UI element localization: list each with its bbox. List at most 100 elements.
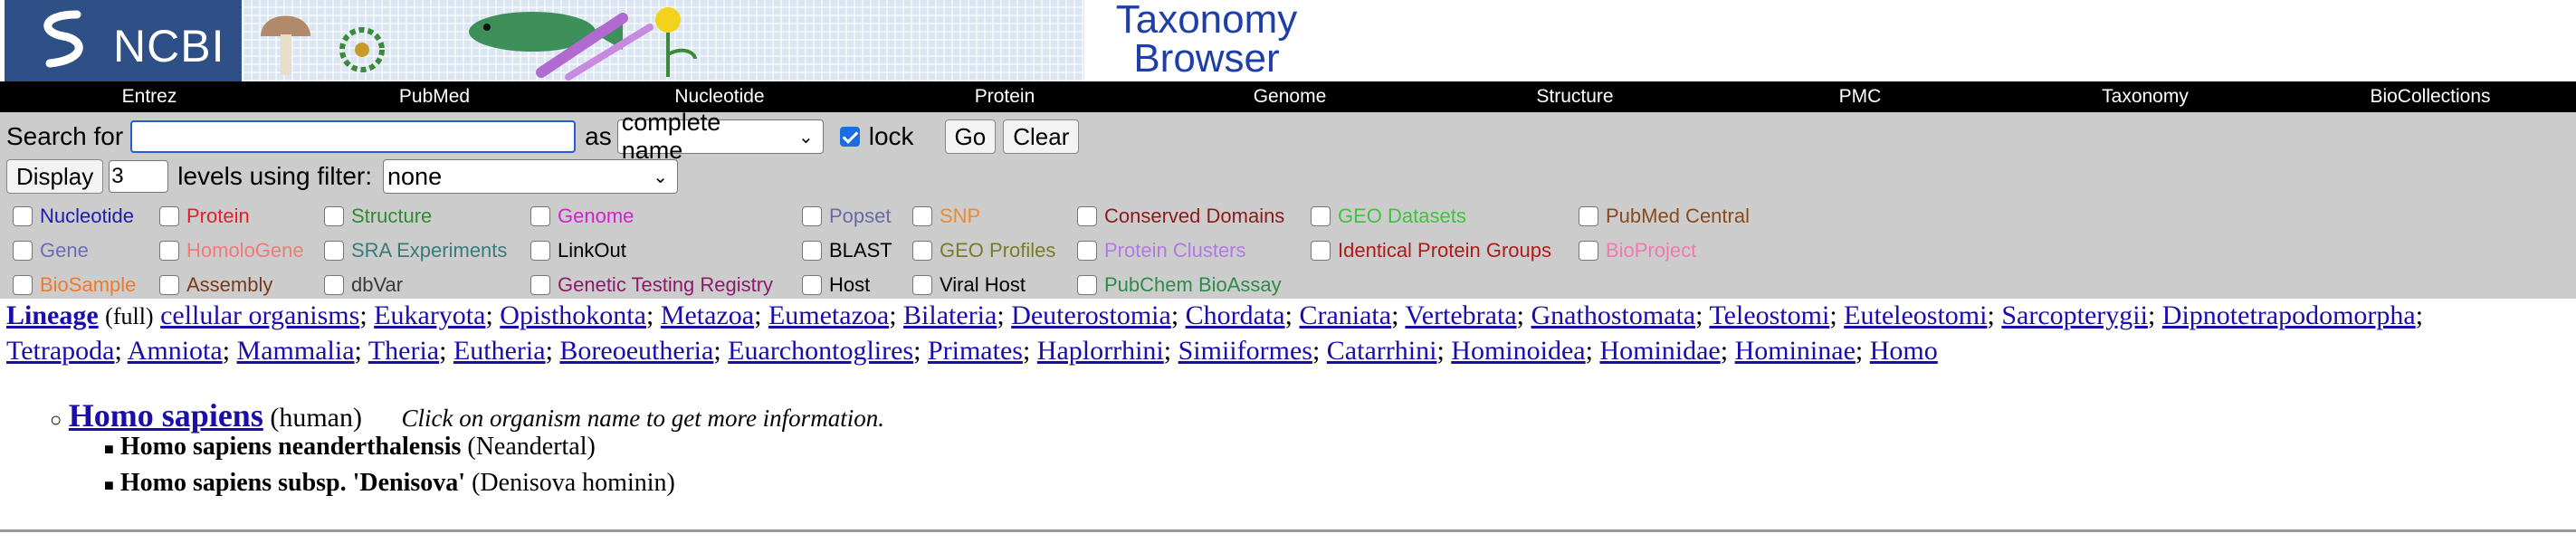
db-linkout[interactable]: LinkOut [530,233,626,268]
nav-structure[interactable]: Structure [1484,81,1665,112]
db-pubmed-central[interactable]: PubMed Central [1579,199,1750,233]
lineage-item-link[interactable]: Primates [928,336,1023,366]
lineage-item-link[interactable]: Bilateria [903,300,997,330]
db-checkbox[interactable] [1077,241,1097,261]
db-dbvar[interactable]: dbVar [324,268,403,302]
db-checkbox[interactable] [324,206,344,226]
db-checkbox[interactable] [324,241,344,261]
db-checkbox[interactable] [802,241,822,261]
lineage-item-link[interactable]: Gnathostomata [1531,300,1696,330]
lineage-item-link[interactable]: Simiiformes [1178,336,1312,366]
clear-button[interactable]: Clear [1003,119,1080,154]
lineage-item-link[interactable]: Dipnotetrapodomorpha [2162,300,2416,330]
lineage-item-link[interactable]: Mammalia [237,336,355,366]
db-checkbox[interactable] [802,275,822,295]
lineage-item-link[interactable]: Deuterostomia [1011,300,1171,330]
levels-input[interactable] [109,160,169,193]
db-checkbox[interactable] [13,241,33,261]
db-checkbox[interactable] [530,241,550,261]
nav-nucleotide[interactable]: Nucleotide [629,81,810,112]
nav-biocollections[interactable]: BioCollections [2340,81,2521,112]
lineage-link[interactable]: Lineage [6,300,99,330]
db-checkbox[interactable] [13,206,33,226]
subspecies-link[interactable]: Homo sapiens neanderthalensis [120,433,462,461]
db-pubchem-bioassay[interactable]: PubChem BioAssay [1077,268,1282,302]
lineage-item-link[interactable]: Amniota [128,336,223,366]
lineage-item-link[interactable]: Homo [1870,336,1938,366]
db-checkbox[interactable] [159,206,179,226]
db-structure[interactable]: Structure [324,199,432,233]
lineage-item-link[interactable]: Sarcopterygii [2001,300,2148,330]
lineage-item-link[interactable]: cellular organisms [160,300,359,330]
db-gene[interactable]: Gene [13,233,89,268]
nav-protein[interactable]: Protein [914,81,1095,112]
db-conserved-domains[interactable]: Conserved Domains [1077,199,1284,233]
lineage-item-link[interactable]: Vertebrata [1405,300,1516,330]
subspecies-link[interactable]: Homo sapiens subsp. 'Denisova' [120,469,465,497]
lock-checkbox[interactable] [839,127,860,147]
lineage-item-link[interactable]: Haplorrhini [1037,336,1164,366]
db-checkbox[interactable] [1579,206,1598,226]
lineage-item-link[interactable]: Teleostomi [1709,300,1829,330]
db-checkbox[interactable] [1077,206,1097,226]
lineage-item-link[interactable]: Chordata [1186,300,1285,330]
db-checkbox[interactable] [159,241,179,261]
ncbi-logo[interactable]: NCBI [5,0,242,81]
db-checkbox[interactable] [13,275,33,295]
db-checkbox[interactable] [912,206,932,226]
lineage-item-link[interactable]: Hominidae [1599,336,1720,366]
db-checkbox[interactable] [1311,206,1331,226]
db-biosample[interactable]: BioSample [13,268,136,302]
db-popset[interactable]: Popset [802,199,892,233]
lineage-item-link[interactable]: Eumetazoa [768,300,889,330]
go-button[interactable]: Go [944,119,997,154]
name-type-select[interactable]: complete name ⌄ [616,109,824,164]
lineage-item-link[interactable]: Hominoidea [1451,336,1585,366]
nav-entrez[interactable]: Entrez [59,81,240,112]
db-host[interactable]: Host [802,268,870,302]
nav-genome[interactable]: Genome [1199,81,1380,112]
search-input[interactable] [130,120,577,153]
lineage-item-link[interactable]: Craniata [1299,300,1391,330]
db-assembly[interactable]: Assembly [159,268,272,302]
lineage-item-link[interactable]: Boreoeutheria [559,336,713,366]
lineage-item-link[interactable]: Catarrhini [1327,336,1437,366]
lineage-item-link[interactable]: Homininae [1735,336,1856,366]
db-protein-clusters[interactable]: Protein Clusters [1077,233,1246,268]
organism-link[interactable]: Homo sapiens [69,397,263,433]
db-checkbox[interactable] [802,206,822,226]
db-genetic-testing-registry[interactable]: Genetic Testing Registry [530,268,773,302]
db-geo-profiles[interactable]: GEO Profiles [912,233,1055,268]
db-genome[interactable]: Genome [530,199,634,233]
db-checkbox[interactable] [530,275,550,295]
db-checkbox[interactable] [912,275,932,295]
db-blast[interactable]: BLAST [802,233,892,268]
db-nucleotide[interactable]: Nucleotide [13,199,134,233]
lineage-item-link[interactable]: Theria [368,336,439,366]
lineage-item-link[interactable]: Euarchontoglires [728,336,913,366]
db-checkbox[interactable] [1311,241,1331,261]
db-checkbox[interactable] [912,241,932,261]
nav-pmc[interactable]: PMC [1770,81,1951,112]
filter-select[interactable]: none ⌄ [383,159,679,194]
nav-taxonomy[interactable]: Taxonomy [2055,81,2236,112]
db-checkbox[interactable] [159,275,179,295]
db-checkbox[interactable] [1579,241,1598,261]
lineage-item-link[interactable]: Euteleostomi [1844,300,1987,330]
lineage-item-link[interactable]: Eutheria [453,336,546,366]
lineage-item-link[interactable]: Tetrapoda [6,336,115,366]
db-identical-protein-groups[interactable]: Identical Protein Groups [1311,233,1551,268]
db-checkbox[interactable] [324,275,344,295]
db-homologene[interactable]: HomoloGene [159,233,304,268]
db-snp[interactable]: SNP [912,199,980,233]
lineage-item-link[interactable]: Opisthokonta [500,300,646,330]
nav-pubmed[interactable]: PubMed [344,81,525,112]
db-bioproject[interactable]: BioProject [1579,233,1696,268]
db-viral-host[interactable]: Viral Host [912,268,1026,302]
display-button[interactable]: Display [6,159,104,194]
db-geo-datasets[interactable]: GEO Datasets [1311,199,1466,233]
lineage-item-link[interactable]: Eukaryota [374,300,485,330]
db-sra-experiments[interactable]: SRA Experiments [324,233,507,268]
db-protein[interactable]: Protein [159,199,250,233]
db-checkbox[interactable] [530,206,550,226]
